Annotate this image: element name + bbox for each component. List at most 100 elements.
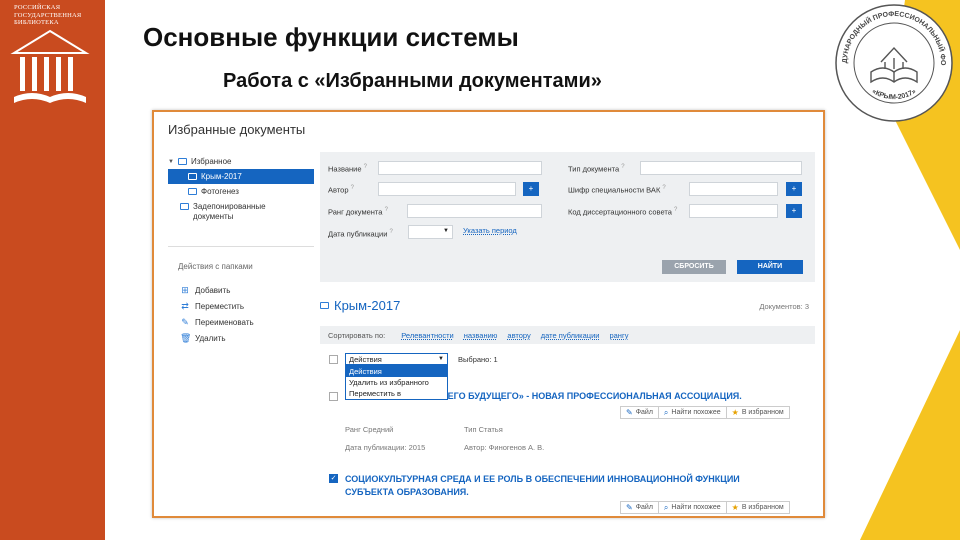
vak-add-button[interactable]: + xyxy=(786,182,802,196)
filter-label-council-code: Код диссертационного совета ? xyxy=(568,207,678,217)
tree-item-favorites[interactable]: ▼ Избранное xyxy=(168,154,314,169)
doc-type-input[interactable] xyxy=(640,161,802,175)
tree-item-photogenesis[interactable]: Фотогенез xyxy=(168,184,314,199)
document-title[interactable]: …ОЛЬШЕГО БУДУЩЕГО» - НОВАЯ ПРОФЕССИОНАЛЬ… xyxy=(410,390,742,402)
name-input[interactable] xyxy=(378,161,542,175)
specify-period-link[interactable]: Указать период xyxy=(463,226,517,235)
tree-item-label: Избранное xyxy=(190,157,232,166)
pencil-icon: ✎ xyxy=(626,408,633,417)
logo-line-2: ГОСУДАРСТВЕННАЯ xyxy=(14,11,82,19)
sort-name[interactable]: названию xyxy=(464,331,498,340)
trash-icon: 🗑 xyxy=(180,332,192,343)
rank-input[interactable] xyxy=(407,204,542,218)
search-icon: ⌕ xyxy=(663,407,669,417)
folder-icon xyxy=(320,302,329,309)
council-code-input[interactable] xyxy=(689,204,778,218)
search-icon: ⌕ xyxy=(663,502,669,512)
find-similar-button[interactable]: ⌕ Найти похожее xyxy=(659,407,727,418)
folder-icon xyxy=(180,203,189,210)
folder-actions-list: ⊞ Добавить ⇄ Переместить ✎ Переименовать… xyxy=(180,282,254,346)
menu-item-remove-from-favorites[interactable]: Удалить из избранного xyxy=(346,377,447,388)
pub-date-select[interactable]: ▼ xyxy=(408,225,453,239)
document-checkbox[interactable] xyxy=(329,392,338,401)
rsl-logo: РОССИЙСКАЯ ГОСУДАРСТВЕННАЯ БИБЛИОТЕКА xyxy=(10,4,92,110)
app-screenshot: Избранные документы ▼ Избранное Крым-201… xyxy=(152,110,825,518)
menu-item-actions[interactable]: Действия xyxy=(346,366,447,377)
folder-tree: ▼ Избранное Крым-2017 Фотогенез Задепони… xyxy=(168,154,314,225)
slide-subtitle: Работа с «Избранными документами» xyxy=(223,70,602,92)
action-label: Переименовать xyxy=(195,317,254,327)
vak-code-input[interactable] xyxy=(689,182,778,196)
actions-dropdown-menu: Действия Удалить из избранного Перемести… xyxy=(345,365,448,400)
author-input[interactable] xyxy=(378,182,516,196)
collection-title-text: Крым-2017 xyxy=(334,298,401,313)
sort-relevance[interactable]: Релевантности xyxy=(401,331,453,340)
rename-folder-button[interactable]: ✎ Переименовать xyxy=(180,314,254,330)
council-add-button[interactable]: + xyxy=(786,204,802,218)
actions-dropdown-value: Действия xyxy=(349,355,382,364)
in-favorites-button[interactable]: ★ В избранном xyxy=(727,502,789,513)
sort-label: Сортировать по: xyxy=(328,330,386,340)
folder-icon xyxy=(177,158,187,165)
document-title-line-2[interactable]: СУБЪЕКТА ОБРАЗОВАНИЯ. xyxy=(345,486,469,498)
folder-actions-heading: Действия с папками xyxy=(178,262,253,271)
caret-down-icon: ▼ xyxy=(438,356,444,362)
document-author: Автор: Финогенов А. В. xyxy=(464,443,545,452)
tree-item-deposited[interactable]: Задепонированные документы xyxy=(168,199,314,225)
library-building-icon xyxy=(10,29,90,103)
document-rank: Ранг Средний xyxy=(345,425,394,434)
filter-label-pub-date: Дата публикации ? xyxy=(328,229,393,239)
in-favorites-button[interactable]: ★ В избранном xyxy=(727,407,789,418)
document-tools: ✎ Файл ⌕ Найти похожее ★ В избранном xyxy=(620,501,790,514)
pencil-icon: ✎ xyxy=(626,503,633,512)
filter-label-author: Автор ? xyxy=(328,185,354,195)
pencil-icon: ✎ xyxy=(181,316,189,327)
caret-down-icon[interactable]: ▼ xyxy=(168,159,174,165)
document-type: Тип Статья xyxy=(464,425,503,434)
find-button[interactable]: НАЙТИ xyxy=(737,260,803,274)
tree-item-label: Крым-2017 xyxy=(201,172,242,181)
filter-label-doc-type: Тип документа ? xyxy=(568,164,625,174)
caret-down-icon: ▼ xyxy=(443,228,449,234)
star-icon: ★ xyxy=(731,408,739,417)
documents-count: Документов: 3 xyxy=(759,302,809,311)
filter-panel: Название ? Автор ? + Ранг документа ? Да… xyxy=(320,152,815,282)
action-label: Добавить xyxy=(195,285,231,295)
move-folder-button[interactable]: ⇄ Переместить xyxy=(180,298,254,314)
sort-date[interactable]: дате публикации xyxy=(541,331,600,340)
folder-plus-icon: ⊞ xyxy=(181,284,189,295)
author-add-button[interactable]: + xyxy=(523,182,539,196)
action-label: Удалить xyxy=(195,333,226,343)
filter-label-vak-code: Шифр специальности ВАК ? xyxy=(568,185,666,195)
collection-title: Крым-2017 xyxy=(320,298,400,313)
move-icon: ⇄ xyxy=(181,300,189,311)
select-all-checkbox[interactable] xyxy=(329,355,338,364)
document-tools: ✎ Файл ⌕ Найти похожее ★ В избранном xyxy=(620,406,790,419)
find-similar-button[interactable]: ⌕ Найти похожее xyxy=(659,502,727,513)
sort-bar: Сортировать по: Релевантности названию а… xyxy=(320,326,815,344)
logo-line-3: БИБЛИОТЕКА xyxy=(14,19,59,26)
document-checkbox-checked[interactable]: ✓ xyxy=(329,474,338,483)
divider xyxy=(168,246,314,247)
tree-item-crimea-2017[interactable]: Крым-2017 xyxy=(168,169,314,184)
actions-dropdown[interactable]: Действия ▼ xyxy=(345,353,448,365)
filter-label-name: Название ? xyxy=(328,164,367,174)
star-icon: ★ xyxy=(731,503,739,512)
folder-icon xyxy=(188,173,197,180)
page-title: Избранные документы xyxy=(168,122,306,137)
menu-item-move-to[interactable]: Переместить в xyxy=(346,388,447,399)
sort-author[interactable]: автору xyxy=(507,331,530,340)
file-button[interactable]: ✎ Файл xyxy=(621,502,659,513)
add-folder-button[interactable]: ⊞ Добавить xyxy=(180,282,254,298)
tree-item-label: Фотогенез xyxy=(201,187,239,196)
action-label: Переместить xyxy=(195,301,245,311)
sort-rank[interactable]: рангу xyxy=(609,331,628,340)
delete-folder-button[interactable]: 🗑 Удалить xyxy=(180,330,254,346)
tree-item-label: Задепонированные документы xyxy=(193,202,266,221)
file-button[interactable]: ✎ Файл xyxy=(621,407,659,418)
forum-seal-logo: МЕЖДУНАРОДНЫЙ ПРОФЕССИОНАЛЬНЫЙ ФОРУМ «КР… xyxy=(833,2,953,122)
document-title-line-1[interactable]: СОЦИОКУЛЬТУРНАЯ СРЕДА И ЕЕ РОЛЬ В ОБЕСПЕ… xyxy=(345,473,740,485)
logo-line-1: РОССИЙСКАЯ xyxy=(14,4,61,11)
reset-button[interactable]: СБРОСИТЬ xyxy=(662,260,726,274)
filter-label-rank: Ранг документа ? xyxy=(328,207,388,217)
